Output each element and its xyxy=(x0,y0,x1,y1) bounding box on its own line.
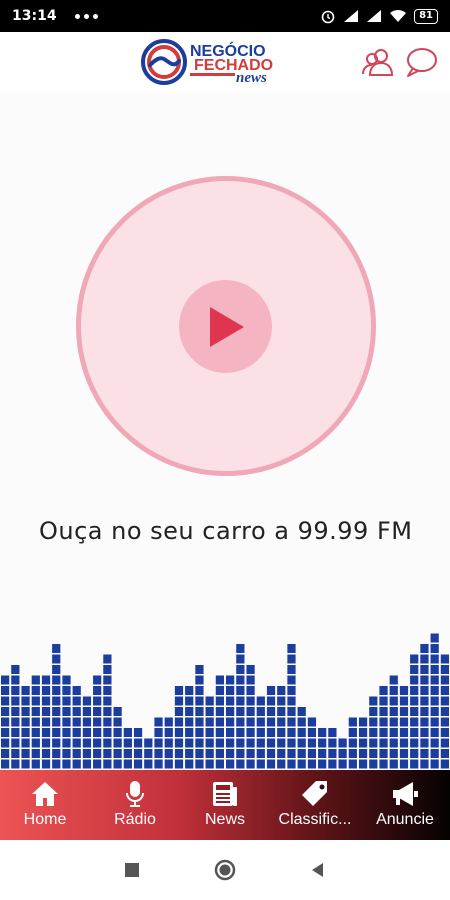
chat-bubble-icon[interactable] xyxy=(404,46,438,78)
equalizer-bar xyxy=(11,665,20,769)
recents-square-icon[interactable] xyxy=(120,858,144,882)
equalizer-bar xyxy=(420,644,429,769)
equalizer-bar xyxy=(399,686,409,769)
equalizer-bar xyxy=(348,717,357,769)
equalizer-bar xyxy=(328,728,337,769)
bottom-navigation: Home Rádio News Classific... Anuncie xyxy=(0,770,450,840)
status-time: 13:14 xyxy=(12,8,57,24)
equalizer-bar xyxy=(82,696,92,769)
play-icon xyxy=(209,306,244,347)
nav-label-radio: Rádio xyxy=(114,811,156,828)
equalizer-bar xyxy=(430,633,439,769)
nav-item-home[interactable]: Home xyxy=(0,770,90,840)
status-bar: 13:14 81 xyxy=(0,0,450,32)
equalizer-bar xyxy=(93,675,102,769)
equalizer-bar xyxy=(266,686,276,769)
equalizer-bar xyxy=(410,654,419,769)
wifi-icon xyxy=(390,10,407,22)
equalizer-bar xyxy=(307,717,317,769)
nav-label-news: News xyxy=(204,811,245,828)
microphone-icon xyxy=(126,781,144,807)
app-header: NEGÓCIO FECHADO news xyxy=(0,32,450,92)
equalizer-bar xyxy=(62,675,71,769)
equalizer-bar xyxy=(338,738,347,769)
equalizer-bar xyxy=(256,696,265,769)
nav-label-classificados: Classific... xyxy=(278,811,352,828)
status-icons: 81 xyxy=(320,8,438,24)
equalizer-bar xyxy=(440,654,449,769)
audio-equalizer xyxy=(1,633,449,769)
megaphone-icon xyxy=(393,782,418,806)
equalizer-bar xyxy=(297,707,306,769)
equalizer-bar xyxy=(41,675,51,769)
equalizer-bar xyxy=(236,644,245,769)
newspaper-icon xyxy=(213,782,237,806)
equalizer-bar xyxy=(103,654,112,769)
battery-icon: 81 xyxy=(414,8,438,24)
equalizer-bar xyxy=(185,686,194,769)
equalizer-bar xyxy=(31,675,40,769)
equalizer-bar xyxy=(287,644,296,769)
equalizer-bar xyxy=(1,675,10,769)
nav-item-anuncie[interactable]: Anuncie xyxy=(360,770,450,840)
equalizer-bar xyxy=(389,675,398,769)
home-circle-icon[interactable] xyxy=(213,858,237,882)
logo-line-3: news xyxy=(236,70,267,86)
equalizer-bar xyxy=(195,665,204,769)
equalizer-bar xyxy=(154,717,163,769)
equalizer-bar xyxy=(123,728,132,769)
main-content: Ouça no seu carro a 99.99 FM xyxy=(0,92,450,770)
play-button[interactable] xyxy=(179,280,272,373)
equalizer-bar xyxy=(215,675,224,769)
equalizer-bar xyxy=(72,686,81,769)
price-tag-icon xyxy=(302,781,327,806)
nav-item-classificados[interactable]: Classific... xyxy=(270,770,360,840)
signal-strength-icon xyxy=(344,10,359,22)
equalizer-bar xyxy=(277,686,286,769)
back-triangle-icon[interactable] xyxy=(306,858,330,882)
equalizer-bar xyxy=(205,696,214,769)
equalizer-bar xyxy=(246,665,255,769)
equalizer-bar xyxy=(358,717,368,769)
player-caption: Ouça no seu carro a 99.99 FM xyxy=(39,517,413,545)
alarm-icon xyxy=(321,10,335,24)
equalizer-bar xyxy=(52,644,61,769)
app-logo[interactable]: NEGÓCIO FECHADO news xyxy=(140,38,300,86)
system-navigation-bar xyxy=(0,840,450,900)
equalizer-bar xyxy=(164,717,173,769)
house-icon xyxy=(32,782,58,806)
signal-strength-icon-2 xyxy=(367,10,382,22)
user-profile-icon[interactable] xyxy=(361,46,395,78)
notification-dots xyxy=(74,13,98,19)
nav-item-news[interactable]: News xyxy=(180,770,270,840)
equalizer-bar xyxy=(369,696,378,769)
nav-item-radio[interactable]: Rádio xyxy=(90,770,180,840)
equalizer-bar xyxy=(21,686,30,769)
phone-screen: 13:14 81 NEGÓCIO FECHADO news Ouça no se… xyxy=(0,0,450,900)
equalizer-bar xyxy=(174,686,184,769)
equalizer-bar xyxy=(379,686,388,769)
nav-label-anuncie: Anuncie xyxy=(376,811,434,828)
equalizer-bar xyxy=(144,738,153,769)
equalizer-bar xyxy=(113,707,122,769)
equalizer-bar xyxy=(226,675,235,769)
equalizer-bar xyxy=(318,728,327,769)
nav-label-home: Home xyxy=(23,811,67,828)
equalizer-bar xyxy=(133,728,143,769)
